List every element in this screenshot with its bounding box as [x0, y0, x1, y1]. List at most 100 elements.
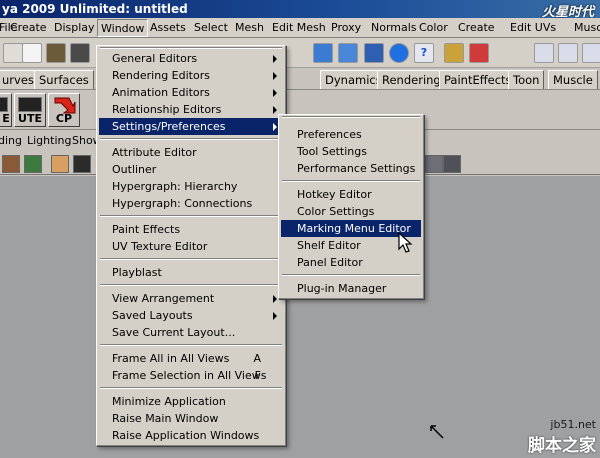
- submenu-arrow-icon: [273, 312, 277, 320]
- menu-item-raise-main-window[interactable]: Raise Main Window: [99, 410, 283, 427]
- menu-item-attribute-editor[interactable]: Attribute Editor: [99, 144, 283, 161]
- menu-item-hypergraph-hierarchy[interactable]: Hypergraph: Hierarchy: [99, 178, 283, 195]
- tab-rendering[interactable]: Rendering: [377, 70, 446, 89]
- sphere-icon[interactable]: [389, 43, 409, 63]
- submenu-arrow-icon: [273, 72, 277, 80]
- menu-separator: [282, 274, 420, 276]
- shelf-button-label: UTE: [18, 112, 42, 125]
- panel-menu-shading[interactable]: ding: [0, 134, 22, 147]
- submenu-item-plugin-manager[interactable]: Plug-in Manager: [281, 280, 421, 297]
- menu-separator: [100, 215, 282, 217]
- status-line-toolbar: ?: [0, 38, 600, 68]
- submenu-arrow-icon: [273, 55, 277, 63]
- menu-separator: [100, 258, 282, 260]
- submenu-arrow-icon: [273, 295, 277, 303]
- menu-normals[interactable]: Normals: [368, 18, 420, 37]
- layers-icon[interactable]: [24, 155, 42, 173]
- menu-separator: [100, 138, 282, 140]
- shelf-button-cp[interactable]: CP: [48, 93, 80, 127]
- title-bar: ya 2009 Unlimited: untitled: [0, 0, 600, 18]
- menu-color[interactable]: Color: [416, 18, 451, 37]
- viewport-cursor-icon: [430, 425, 444, 439]
- menu-mesh[interactable]: Mesh: [232, 18, 267, 37]
- shelf-button-ute[interactable]: UTE: [14, 93, 46, 127]
- menu-item-hypergraph-connections[interactable]: Hypergraph: Connections: [99, 195, 283, 212]
- window-dropdown-menu: General Editors Rendering Editors Animat…: [96, 45, 286, 446]
- shelf-button-label: CP: [55, 112, 73, 125]
- submenu-item-color-settings[interactable]: Color Settings: [281, 203, 421, 220]
- tab-muscle[interactable]: Muscle: [548, 70, 598, 89]
- menu-item-animation-editors[interactable]: Animation Editors: [99, 84, 283, 101]
- menu-separator: [100, 344, 282, 346]
- select-mode-icon[interactable]: [313, 43, 333, 63]
- submenu-arrow-icon: [273, 123, 277, 131]
- settings-preferences-submenu: Preferences Tool Settings Performance Se…: [278, 114, 424, 299]
- shelf-button-e[interactable]: E: [0, 93, 12, 127]
- menu-item-frame-all[interactable]: Frame All in All Views A: [99, 350, 283, 367]
- magnet-icon-2[interactable]: [558, 43, 578, 63]
- window-title: ya 2009 Unlimited: untitled: [2, 2, 188, 16]
- menu-item-settings-preferences[interactable]: Settings/Preferences: [99, 118, 283, 135]
- menu-item-uv-texture-editor[interactable]: UV Texture Editor: [99, 238, 283, 255]
- menu-separator: [282, 180, 420, 182]
- submenu-item-preferences[interactable]: Preferences: [281, 126, 421, 143]
- menu-item-paint-effects[interactable]: Paint Effects: [99, 221, 283, 238]
- menu-item-frame-selection[interactable]: Frame Selection in All Views F: [99, 367, 283, 384]
- render-view-icon[interactable]: [469, 43, 489, 63]
- submenu-item-hotkey-editor[interactable]: Hotkey Editor: [281, 186, 421, 203]
- tab-surfaces[interactable]: Surfaces: [34, 70, 94, 89]
- menu-window[interactable]: Window: [97, 19, 149, 37]
- monitor-icon: [0, 97, 8, 112]
- tear-off-line[interactable]: [282, 116, 420, 118]
- menu-item-saved-layouts[interactable]: Saved Layouts: [99, 307, 283, 324]
- menu-edit-uvs[interactable]: Edit UVs: [507, 18, 559, 37]
- open-folder-icon[interactable]: [46, 43, 66, 63]
- snap-grid-icon[interactable]: [338, 43, 358, 63]
- menu-proxy[interactable]: Proxy: [328, 18, 364, 37]
- watermark-bottom: jb51.net 脚本之家: [528, 418, 596, 456]
- submenu-arrow-icon: [273, 106, 277, 114]
- menu-edit-mesh[interactable]: Edit Mesh: [269, 18, 329, 37]
- menu-display[interactable]: Display: [51, 18, 98, 37]
- magnet-icon-3[interactable]: [582, 43, 600, 63]
- tab-toon[interactable]: Toon: [508, 70, 545, 89]
- tab-painteffects[interactable]: PaintEffects: [439, 70, 517, 89]
- menu-item-save-current-layout[interactable]: Save Current Layout...: [99, 324, 283, 341]
- document-icon[interactable]: [22, 43, 42, 63]
- film-gate-icon[interactable]: [73, 155, 91, 173]
- menu-item-outliner[interactable]: Outliner: [99, 161, 283, 178]
- panel-menu-lighting[interactable]: Lighting: [27, 134, 71, 147]
- menu-item-rendering-editors[interactable]: Rendering Editors: [99, 67, 283, 84]
- menu-muscle[interactable]: Musc: [571, 18, 600, 37]
- menu-item-relationship-editors[interactable]: Relationship Editors: [99, 101, 283, 118]
- menu-item-minimize-application[interactable]: Minimize Application: [99, 393, 283, 410]
- grid-shade-icon[interactable]: [51, 155, 69, 173]
- tear-off-line[interactable]: [100, 47, 282, 49]
- submenu-item-panel-editor[interactable]: Panel Editor: [281, 254, 421, 271]
- submenu-item-performance-settings[interactable]: Performance Settings: [281, 160, 421, 177]
- menu-separator: [100, 284, 282, 286]
- menu-item-general-editors[interactable]: General Editors: [99, 50, 283, 67]
- menu-separator: [100, 387, 282, 389]
- submenu-item-tool-settings[interactable]: Tool Settings: [281, 143, 421, 160]
- menu-create-uvs[interactable]: Create: [455, 18, 498, 37]
- lock-icon[interactable]: [444, 43, 464, 63]
- camera-icon[interactable]: [2, 155, 20, 173]
- new-scene-icon[interactable]: [3, 43, 23, 63]
- magnet-icon[interactable]: [534, 43, 554, 63]
- isolate-select-icon[interactable]: [443, 155, 461, 173]
- hotkey-label: F: [254, 369, 261, 382]
- main-menubar: File Create Display Window Assets Select…: [0, 18, 600, 38]
- save-icon[interactable]: [70, 43, 90, 63]
- resolution-gate-icon[interactable]: [425, 155, 443, 173]
- watermark-url: jb51.net: [550, 418, 596, 431]
- menu-item-playblast[interactable]: Playblast: [99, 264, 283, 281]
- menu-item-raise-application-windows[interactable]: Raise Application Windows: [99, 427, 283, 444]
- menu-assets[interactable]: Assets: [147, 18, 189, 37]
- help-icon[interactable]: ?: [414, 43, 434, 63]
- menu-item-view-arrangement[interactable]: View Arrangement: [99, 290, 283, 307]
- snap-point-icon[interactable]: [364, 43, 384, 63]
- menu-select[interactable]: Select: [191, 18, 231, 37]
- menu-create[interactable]: Create: [7, 18, 50, 37]
- mouse-cursor-icon: [398, 232, 413, 253]
